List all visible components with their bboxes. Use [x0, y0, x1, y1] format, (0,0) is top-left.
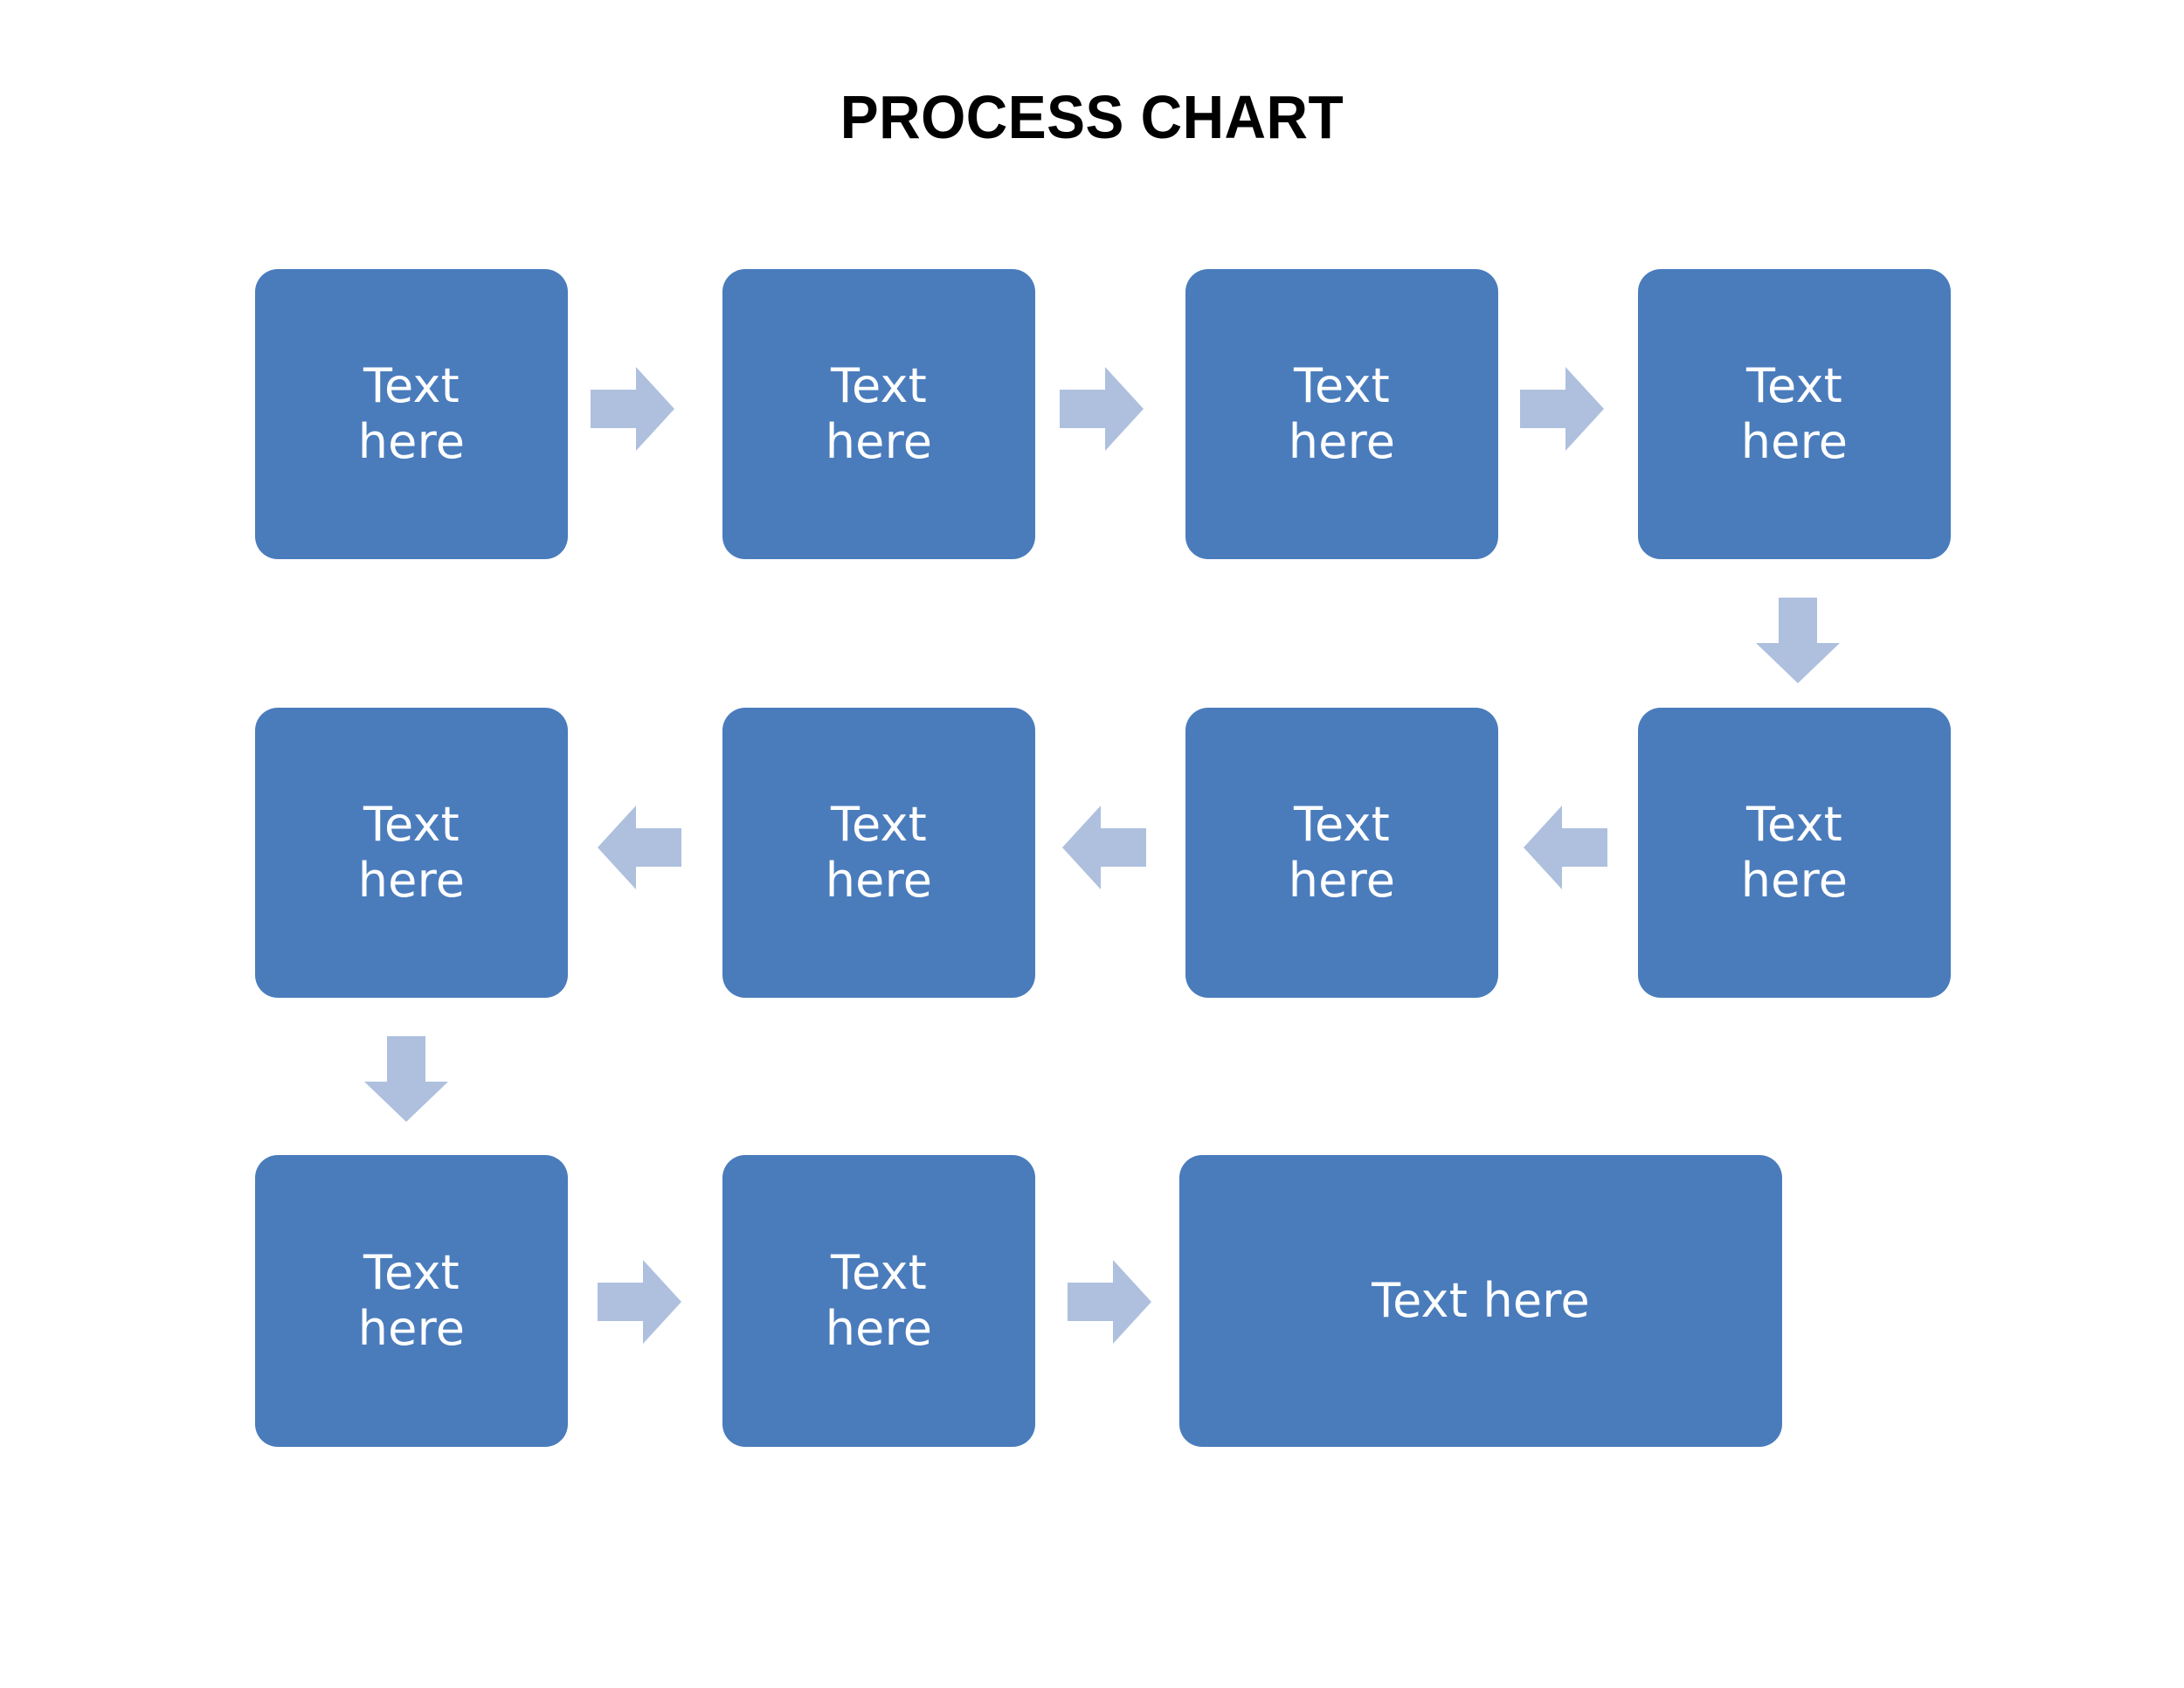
process-node-label: Text here: [1740, 358, 1849, 469]
process-node-r3n1[interactable]: Text here: [255, 1155, 568, 1447]
arrow-right-icon: [598, 1258, 681, 1346]
process-node-r1n2[interactable]: Text here: [722, 269, 1035, 559]
page-title: PROCESS CHART: [840, 83, 1344, 151]
arrow-left-icon: [1062, 804, 1146, 891]
process-node-r2n1[interactable]: Text here: [255, 708, 568, 998]
process-node-label: Text here: [357, 358, 466, 469]
process-node-label: Text here: [825, 358, 933, 469]
process-node-label: Text here: [1288, 358, 1396, 469]
arrow-right-icon: [1520, 365, 1604, 453]
process-node-label: Text here: [1288, 797, 1396, 908]
process-node-label: Text here: [357, 797, 466, 908]
process-node-label: Text here: [825, 797, 933, 908]
arrow-down-icon: [363, 1036, 450, 1124]
process-node-r3n3[interactable]: Text here: [1179, 1155, 1782, 1447]
process-chart-canvas: PROCESS CHART Text here Text here Text h…: [0, 0, 2184, 1688]
process-node-r2n3[interactable]: Text here: [1185, 708, 1498, 998]
arrow-left-icon: [1524, 804, 1607, 891]
process-node-r1n1[interactable]: Text here: [255, 269, 568, 559]
arrow-right-icon: [1060, 365, 1144, 453]
process-node-label: Text here: [825, 1245, 933, 1356]
arrow-left-icon: [598, 804, 681, 891]
process-node-r1n3[interactable]: Text here: [1185, 269, 1498, 559]
process-node-label: Text here: [357, 1245, 466, 1356]
process-node-r2n4[interactable]: Text here: [1638, 708, 1951, 998]
process-node-label: Text here: [1740, 797, 1849, 908]
arrow-down-icon: [1754, 598, 1842, 685]
arrow-right-icon: [591, 365, 674, 453]
process-node-label: Text here: [1372, 1273, 1590, 1329]
process-node-r1n4[interactable]: Text here: [1638, 269, 1951, 559]
process-node-r2n2[interactable]: Text here: [722, 708, 1035, 998]
process-node-r3n2[interactable]: Text here: [722, 1155, 1035, 1447]
arrow-right-icon: [1068, 1258, 1151, 1346]
